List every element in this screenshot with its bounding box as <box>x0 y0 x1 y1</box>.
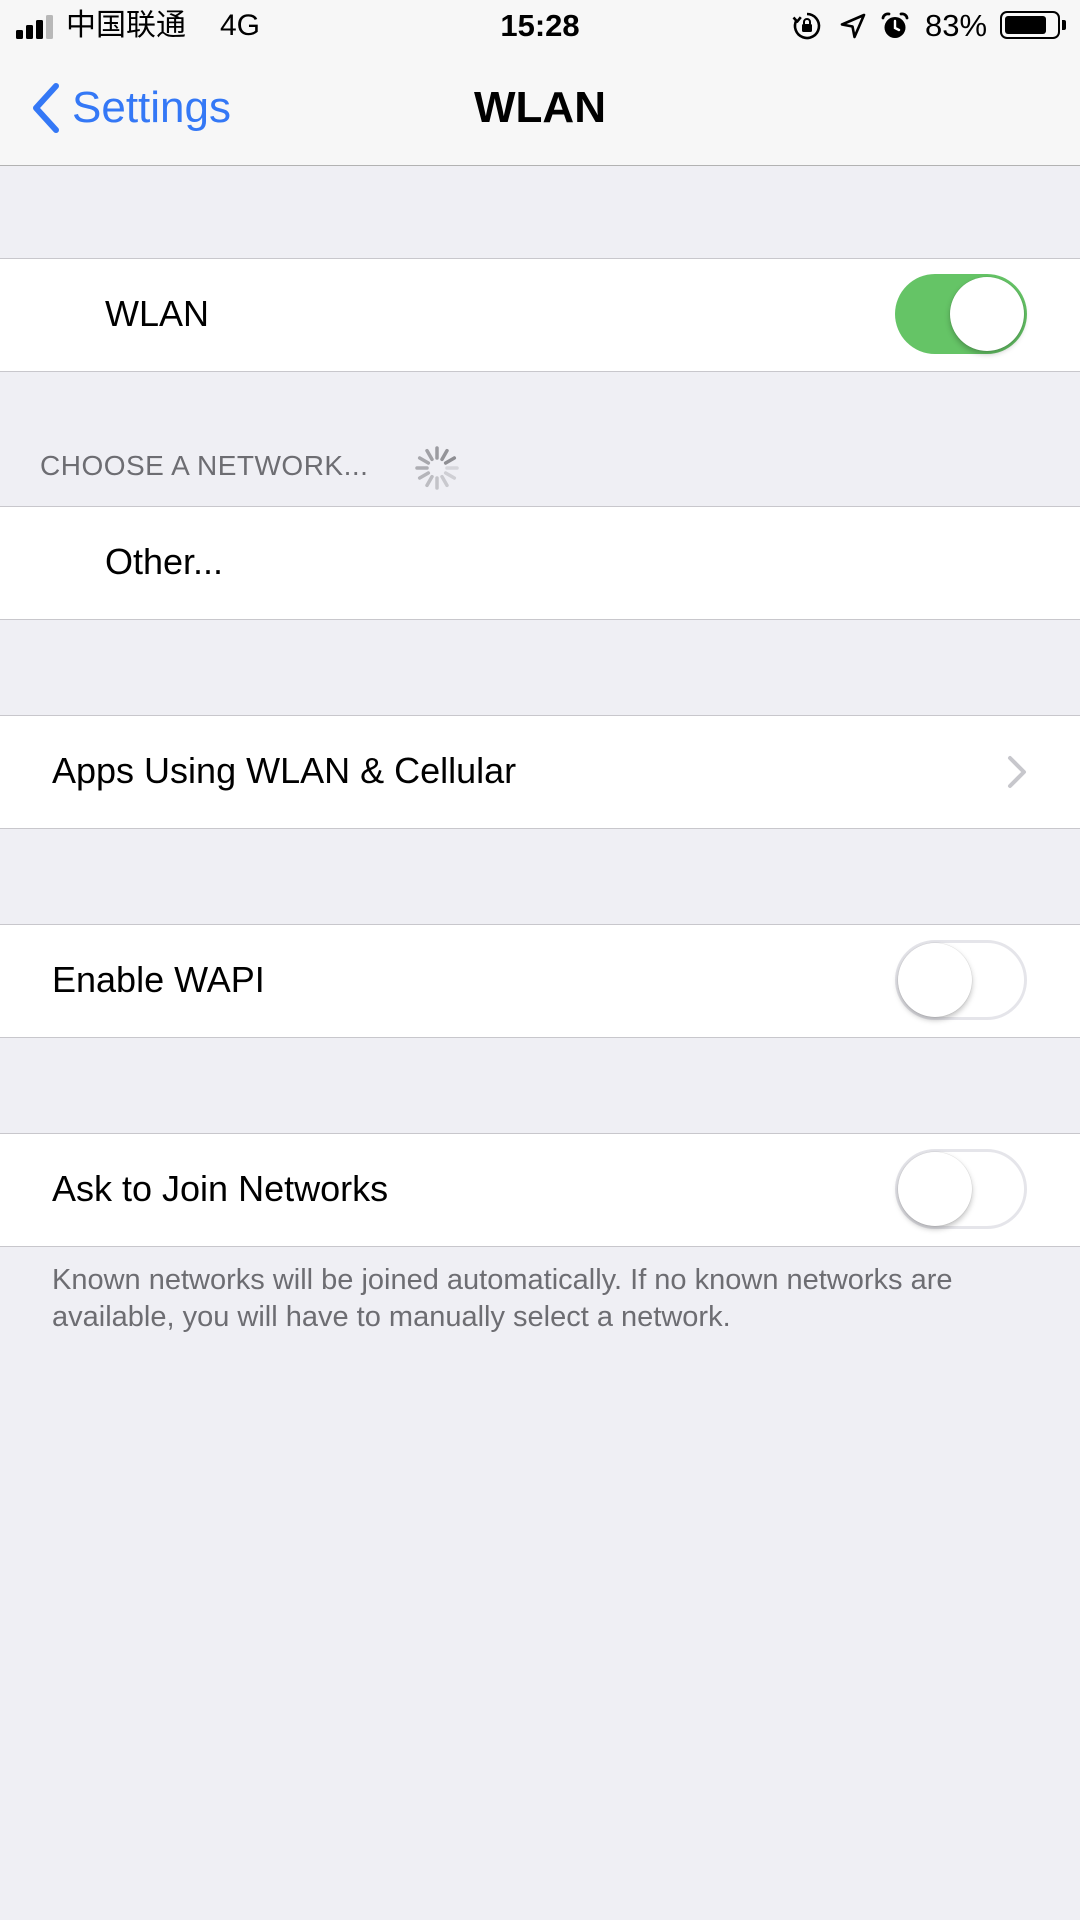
loading-spinner-icon <box>415 446 459 490</box>
wlan-label: WLAN <box>105 293 210 334</box>
alarm-icon <box>881 12 909 38</box>
battery-percent: 83% <box>925 8 988 43</box>
enable-wapi-label: Enable WAPI <box>52 959 265 1000</box>
toggle-knob <box>898 943 972 1017</box>
orientation-lock-icon <box>792 12 821 40</box>
toggle-knob <box>950 277 1024 351</box>
page-title: WLAN <box>474 83 606 132</box>
enable-wapi-row: Enable WAPI <box>0 924 1080 1038</box>
wlan-row: WLAN <box>0 258 1080 372</box>
battery-terminal <box>1062 20 1066 30</box>
choose-network-header: CHOOSE A NETWORK... <box>40 450 369 481</box>
apps-using-wlan-label: Apps Using WLAN & Cellular <box>52 750 517 791</box>
ask-to-join-toggle[interactable] <box>895 1149 1027 1229</box>
enable-wapi-toggle[interactable] <box>895 940 1027 1020</box>
ask-to-join-row: Ask to Join Networks <box>0 1133 1080 1247</box>
toggle-knob <box>898 1152 972 1226</box>
status-time: 15:28 <box>500 8 580 43</box>
other-network-label: Other... <box>105 541 224 582</box>
location-arrow-icon <box>840 13 866 39</box>
ask-to-join-footer: Known networks will be joined automatica… <box>52 1264 953 1333</box>
battery-icon <box>1000 11 1060 39</box>
wlan-toggle[interactable] <box>895 274 1027 354</box>
apps-using-wlan-row[interactable]: Apps Using WLAN & Cellular <box>0 715 1080 829</box>
chevron-right-icon <box>1008 756 1026 788</box>
status-bar: 中国联通 4G 15:28 83% <box>0 0 1080 52</box>
navigation-bar: Settings WLAN <box>0 52 1080 166</box>
other-network-row[interactable]: Other... <box>0 506 1080 620</box>
battery-level-fill <box>1005 16 1046 34</box>
ask-to-join-label: Ask to Join Networks <box>52 1168 389 1209</box>
